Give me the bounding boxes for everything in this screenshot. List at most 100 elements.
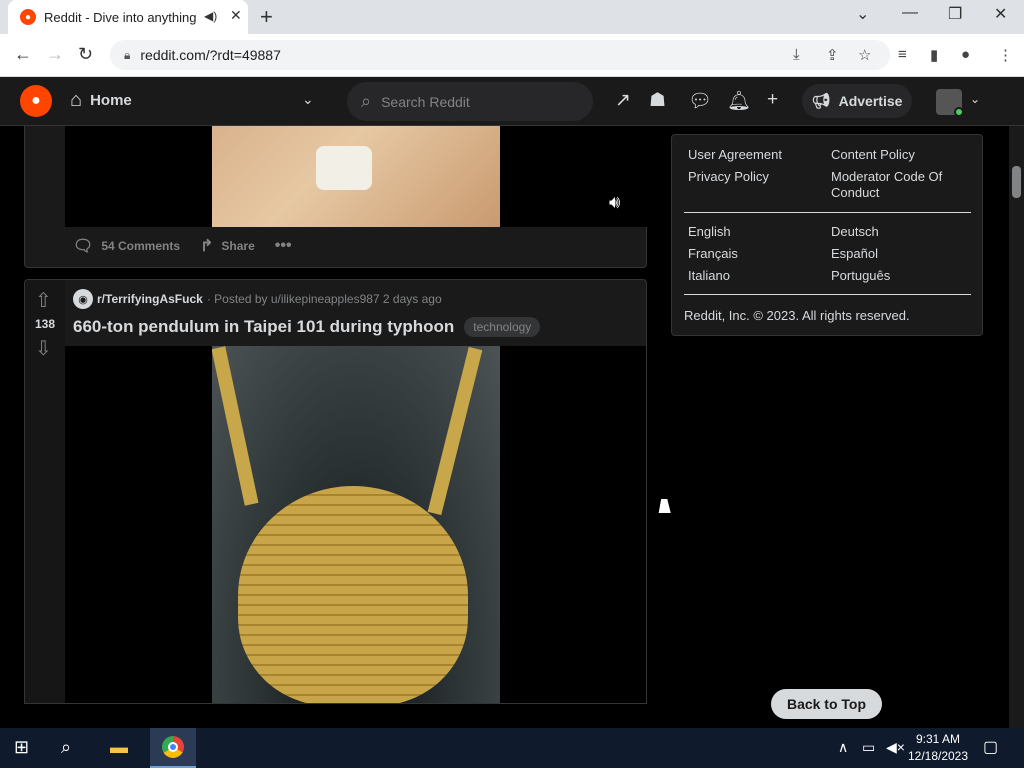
home-feed-selector[interactable]: ⌂ Home: [70, 89, 132, 112]
post-flair[interactable]: technology: [464, 317, 541, 337]
reddit-favicon-icon: ●: [20, 9, 36, 25]
profile-icon[interactable]: ●: [961, 46, 970, 63]
post-title[interactable]: 660-ton pendulum in Taipei 101 during ty…: [73, 317, 541, 337]
lock-icon: 🔒︎: [124, 47, 131, 62]
privacy-policy-link[interactable]: Privacy Policy: [688, 169, 769, 184]
tab-close-icon[interactable]: ✕: [230, 7, 242, 24]
downvote-icon[interactable]: ⇩: [35, 336, 52, 361]
chrome-menu-icon[interactable]: ⋮: [998, 46, 1013, 64]
post-actions: 🗨︎ 54 Comments ↱ Share •••: [73, 236, 320, 256]
search-placeholder: Search Reddit: [381, 93, 470, 110]
subreddit-link[interactable]: r/TerrifyingAsFuck: [97, 292, 203, 306]
language-espanol[interactable]: Español: [831, 246, 878, 261]
minimize-button[interactable]: —: [902, 4, 918, 22]
video-content: [427, 346, 483, 516]
content-policy-link[interactable]: Content Policy: [831, 147, 915, 162]
user-menu-chevron-icon[interactable]: ⌄: [970, 92, 980, 106]
page-scrollbar[interactable]: [1009, 126, 1024, 728]
user-avatar[interactable]: [936, 89, 964, 117]
footer-links-card: User Agreement Content Policy Privacy Po…: [671, 134, 983, 336]
new-tab-button[interactable]: +: [260, 4, 273, 30]
share-label: Share: [221, 239, 255, 253]
bookmark-star-icon[interactable]: ☆: [858, 46, 871, 64]
more-options-button[interactable]: •••: [275, 237, 300, 255]
back-to-top-button[interactable]: Back to Top: [771, 689, 882, 719]
restore-button[interactable]: ❐: [948, 4, 962, 24]
chrome-taskbar-button[interactable]: [150, 728, 196, 768]
moderator-code-line2: Conduct: [831, 185, 880, 200]
video-content: [238, 486, 468, 703]
home-icon: ⌂: [70, 89, 83, 111]
tab-audio-icon[interactable]: ◀): [204, 9, 217, 23]
clock-time: 9:31 AM: [915, 732, 961, 746]
close-window-button[interactable]: ✕: [994, 4, 1007, 24]
advertise-label: Advertise: [838, 93, 903, 109]
back-icon[interactable]: ←: [14, 44, 32, 65]
install-icon[interactable]: ⤓: [793, 46, 800, 63]
windows-start-icon[interactable]: ⊞: [14, 737, 29, 758]
posted-by: · Posted by u/ilikepineapples987 2 days …: [206, 292, 442, 306]
subreddit-icon[interactable]: ◉: [73, 289, 93, 309]
mouse-cursor-icon: [658, 499, 674, 513]
notifications-icon[interactable]: 🔔︎: [727, 89, 751, 113]
side-panel-icon[interactable]: ▮: [930, 46, 938, 64]
tab-search-icon[interactable]: ⌄: [856, 4, 869, 24]
online-status-icon: [954, 107, 964, 117]
post-video[interactable]: [65, 346, 646, 703]
network-icon[interactable]: ▭: [862, 739, 875, 756]
tab-title: Reddit - Dive into anything: [44, 9, 197, 25]
moderator-code-link[interactable]: Moderator Code Of Conduct: [831, 169, 942, 201]
forward-icon[interactable]: →: [46, 44, 64, 65]
search-input[interactable]: ⌕ Search Reddit: [347, 82, 593, 121]
video-content: [316, 146, 372, 190]
post-meta: ◉ r/TerrifyingAsFuck · Posted by u/ilike…: [73, 289, 442, 309]
scrollbar-thumb[interactable]: [1012, 166, 1021, 198]
post-video[interactable]: 🔊︎: [65, 126, 647, 227]
language-portugues[interactable]: Português: [831, 268, 890, 283]
copyright-text: Reddit, Inc. © 2023. All rights reserved…: [684, 308, 910, 323]
browser-tab-bar: ● Reddit - Dive into anything ◀) ✕ + ⌄ —…: [0, 0, 1024, 34]
search-icon[interactable]: ⌕: [61, 737, 71, 758]
volume-icon[interactable]: 🔊︎: [609, 192, 620, 213]
media-control-icon[interactable]: ≡: [898, 46, 907, 63]
browser-tab[interactable]: ● Reddit - Dive into anything ◀) ✕: [8, 0, 248, 34]
upvote-icon[interactable]: ⇧: [35, 288, 52, 313]
reddit-logo-icon[interactable]: ●: [20, 85, 52, 117]
url-text: reddit.com/?rdt=49887: [140, 47, 281, 63]
video-frame: [212, 126, 500, 227]
file-explorer-icon[interactable]: ▬: [110, 737, 128, 758]
language-deutsch[interactable]: Deutsch: [831, 224, 879, 239]
advertise-button[interactable]: 📢︎ Advertise: [802, 84, 912, 118]
chevron-down-icon[interactable]: ⌄: [302, 91, 314, 108]
browser-toolbar: ← → ↻ 🔒︎ reddit.com/?rdt=49887 ⤓ ⇪ ☆ ≡ ▮…: [0, 34, 1024, 77]
taskbar-clock[interactable]: 9:31 AM 12/18/2023: [906, 731, 970, 765]
notifications-center-icon[interactable]: ▢: [983, 737, 998, 757]
tray-chevron-icon[interactable]: ∧: [838, 739, 848, 756]
vote-column: ⇧ 138 ⇩: [25, 280, 65, 703]
chat-icon[interactable]: 💬︎: [688, 89, 712, 113]
post-card[interactable]: ⇧ 138 ⇩ ◉ r/TerrifyingAsFuck · Posted by…: [24, 279, 647, 704]
vote-count: 138: [34, 317, 56, 331]
moderator-code-line1: Moderator Code Of: [831, 169, 943, 184]
create-post-icon[interactable]: +: [767, 89, 778, 111]
divider: [684, 294, 971, 295]
language-english[interactable]: English: [688, 224, 731, 239]
share-icon[interactable]: ⇪: [826, 46, 839, 64]
address-bar[interactable]: 🔒︎ reddit.com/?rdt=49887: [110, 40, 890, 70]
volume-muted-icon[interactable]: ◀×: [886, 739, 905, 756]
post-card[interactable]: 🔊︎ 🗨︎ 54 Comments ↱ Share •••: [24, 126, 647, 268]
divider: [684, 212, 971, 213]
reload-icon[interactable]: ↻: [78, 44, 93, 65]
post-title-text: 660-ton pendulum in Taipei 101 during ty…: [73, 317, 455, 336]
language-francais[interactable]: Français: [688, 246, 738, 261]
comments-button[interactable]: 🗨︎ 54 Comments: [73, 236, 180, 256]
language-italiano[interactable]: Italiano: [688, 268, 730, 283]
more-icon: •••: [274, 237, 292, 254]
share-button[interactable]: ↱ Share: [200, 236, 255, 256]
search-icon: ⌕: [361, 91, 372, 111]
popular-icon[interactable]: ↗: [615, 89, 631, 112]
comment-icon: 🗨︎: [73, 238, 94, 255]
gaming-icon[interactable]: ☗: [649, 89, 666, 112]
user-agreement-link[interactable]: User Agreement: [688, 147, 782, 162]
share-arrow-icon: ↱: [200, 238, 214, 255]
